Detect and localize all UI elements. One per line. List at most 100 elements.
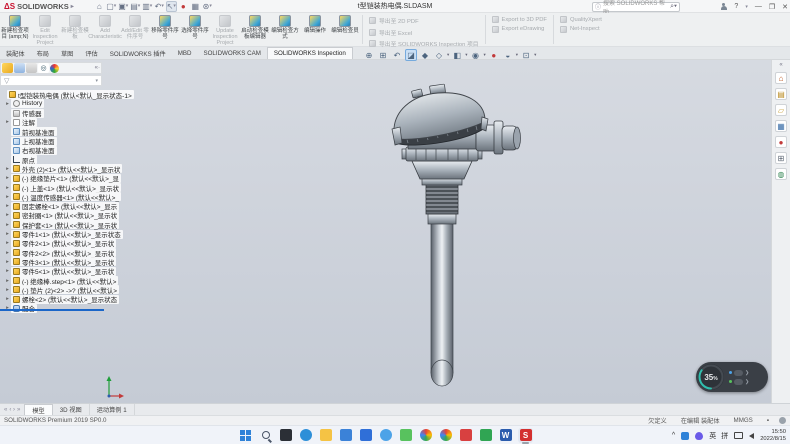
ribbon-button[interactable]: 新建检查项目 (amp;N): [0, 13, 30, 46]
expand-arrow-icon[interactable]: ▸: [4, 212, 11, 218]
tree-item[interactable]: ▸(-) 垫片 (2)<2> ->? (默认<<默认>: [4, 285, 119, 294]
options-icon-dropdown[interactable]: ▾: [209, 3, 212, 9]
solidworks-icon[interactable]: S: [518, 428, 533, 443]
expand-arrow-icon[interactable]: ▸: [4, 119, 11, 125]
ribbon-button[interactable]: 选择零件序号: [180, 13, 210, 46]
solidworks-resources-icon[interactable]: ⌂: [775, 72, 787, 84]
sign-in-icon[interactable]: [720, 3, 727, 11]
tree-item[interactable]: ▸(-) 温度传感器<1> (默认<<默认>_: [4, 192, 121, 201]
expand-arrow-icon[interactable]: ▸: [4, 231, 11, 237]
ribbon-button[interactable]: 移除零件序号: [150, 13, 180, 46]
appearances-scenes-icon[interactable]: ●: [775, 136, 787, 148]
tray-chevron-icon[interactable]: ^: [672, 432, 675, 439]
expand-arrow-icon[interactable]: ▸: [4, 203, 11, 209]
close-button[interactable]: ✕: [782, 3, 788, 11]
tab-scroll-arrows[interactable]: « ‹ › »: [0, 404, 24, 415]
model-3d-thermocouple[interactable]: [378, 83, 538, 393]
hide-show-items-icon[interactable]: ◉: [470, 49, 482, 61]
wps-icon[interactable]: [478, 428, 493, 443]
tree-item[interactable]: ▸外壳 (2)<1> (默认<<默认>_显示状: [4, 164, 122, 173]
doc-tab-运动算例 1[interactable]: 运动算例 1: [90, 404, 135, 415]
expand-arrow-icon[interactable]: ▸: [4, 240, 11, 246]
view-orientation-icon-dropdown[interactable]: ▾: [447, 52, 449, 58]
probe-tube[interactable]: [431, 223, 453, 386]
expand-arrow-icon[interactable]: ▸: [4, 185, 11, 191]
tree-item[interactable]: ▸(-) 绝缘棒.step<1> (默认<<默认>: [4, 276, 118, 285]
view-palette-icon[interactable]: ▦: [775, 120, 787, 132]
display-style-icon-dropdown[interactable]: ▾: [465, 52, 467, 58]
tree-root-item[interactable]: t型铠装热电偶 (默认<默认_显示状态-1>: [0, 90, 134, 99]
section-view-icon[interactable]: ◪: [405, 49, 417, 61]
print-icon-dropdown[interactable]: ▾: [150, 3, 153, 9]
expand-arrow-icon[interactable]: ▸: [4, 166, 11, 172]
apply-scene-icon[interactable]: ◒: [502, 49, 514, 61]
file-properties-icon[interactable]: ▦: [190, 1, 201, 12]
view-settings-icon[interactable]: ⊡: [520, 49, 532, 61]
save-icon[interactable]: ▤▾: [130, 1, 141, 12]
task-pane-collapse-icon[interactable]: «: [779, 62, 782, 68]
doc-tab-3D 视图[interactable]: 3D 视图: [53, 404, 90, 415]
rebuild-icon[interactable]: ●: [178, 1, 189, 12]
ribbon-button[interactable]: 启动检查模板编辑器: [240, 13, 270, 46]
tree-item[interactable]: ▸History: [4, 99, 44, 108]
help-search-box[interactable]: ⓘ 搜索 SOLIDWORKS 帮助 ⌕▾: [592, 2, 680, 12]
expand-arrow-icon[interactable]: ▸: [4, 278, 11, 284]
tree-item[interactable]: ▸零件3<1> (默认<<默认>_显示状: [4, 257, 116, 266]
tree-item[interactable]: ▸(-) 绝缘垫片<1> (默认<<默认>_显: [4, 174, 121, 183]
edge-icon[interactable]: [298, 428, 313, 443]
command-tab-装配体[interactable]: 装配体: [0, 47, 31, 59]
head-lower-body[interactable]: [412, 161, 472, 185]
device-row-2[interactable]: ❯: [729, 379, 749, 385]
command-tab-布局[interactable]: 布局: [31, 47, 55, 59]
command-tab-SOLIDWORKS CAM[interactable]: SOLIDWORKS CAM: [197, 47, 266, 59]
tree-item[interactable]: ▸零件2<2> (默认<<默认>_显示状: [4, 248, 116, 257]
collar[interactable]: [428, 214, 456, 224]
command-tab-SOLIDWORKS Inspection[interactable]: SOLIDWORKS Inspection: [267, 47, 353, 59]
command-tab-MBD[interactable]: MBD: [172, 47, 198, 59]
ribbon-button[interactable]: 编辑检查方式: [270, 13, 300, 46]
wechat-icon[interactable]: [398, 428, 413, 443]
tree-item[interactable]: ▸螺栓<2> (默认<<默认>_显示状态: [4, 295, 119, 304]
dynamic-annotation-icon[interactable]: ◆: [419, 49, 431, 61]
view-orientation-icon[interactable]: ◇: [433, 49, 445, 61]
propertymanager-tab[interactable]: [14, 63, 25, 73]
undo-icon[interactable]: ↶▾: [154, 1, 165, 12]
start-button[interactable]: [238, 428, 253, 443]
filter-dropdown-icon[interactable]: ▾: [95, 78, 98, 84]
open-icon-dropdown[interactable]: ▾: [126, 3, 129, 9]
design-library-icon[interactable]: ▤: [775, 88, 787, 100]
tree-item[interactable]: 传感器: [4, 109, 44, 118]
device-row-1[interactable]: ❯: [729, 370, 749, 376]
tree-item[interactable]: ▸保护套<1> (默认<<默认>_显示状: [4, 220, 119, 229]
taskbar-clock[interactable]: 15:50 2022/8/15: [760, 429, 786, 442]
chrome-icon[interactable]: [438, 428, 453, 443]
volume-tray-icon[interactable]: [749, 433, 754, 439]
select-icon-dropdown[interactable]: ▾: [173, 3, 176, 9]
tree-item[interactable]: 原点: [4, 155, 37, 164]
zoom-fit-icon[interactable]: ⊕: [363, 49, 375, 61]
expand-arrow-icon[interactable]: ▸: [4, 222, 11, 228]
security-shield-icon[interactable]: [695, 432, 703, 440]
browser-360-icon[interactable]: [418, 428, 433, 443]
word-icon[interactable]: W: [498, 428, 513, 443]
tree-item[interactable]: ▸(-) 上盖<1> (默认<<默认>_显示状: [4, 183, 121, 192]
display-tray-icon[interactable]: [734, 432, 743, 439]
apply-scene-icon-dropdown[interactable]: ▾: [516, 52, 518, 58]
edit-appearance-icon[interactable]: ●: [488, 49, 500, 61]
command-tab-评估[interactable]: 评估: [79, 47, 103, 59]
expand-arrow-icon[interactable]: ▸: [4, 259, 11, 265]
expand-arrow-icon[interactable]: ▸: [4, 287, 11, 293]
expand-arrow-icon[interactable]: ▸: [4, 194, 11, 200]
home-icon[interactable]: ⌂: [94, 1, 105, 12]
screen-recorder-widget[interactable]: 35% ❯ ❯: [696, 362, 768, 392]
task-view-icon[interactable]: [278, 428, 293, 443]
tab-nav-icons[interactable]: »: [17, 407, 20, 413]
file-explorer-icon[interactable]: [318, 428, 333, 443]
ime-indicator[interactable]: 英: [709, 431, 716, 441]
tree-item[interactable]: 右视基准面: [4, 146, 57, 155]
tree-item[interactable]: ▸零件5<1> (默认<<默认>_显示状: [4, 267, 116, 276]
search-button[interactable]: [258, 428, 273, 443]
tree-item[interactable]: ▸零件2<1> (默认<<默认>_显示状: [4, 239, 116, 248]
expand-arrow-icon[interactable]: ▸: [4, 296, 11, 302]
expand-arrow-icon[interactable]: ▸: [4, 175, 11, 181]
